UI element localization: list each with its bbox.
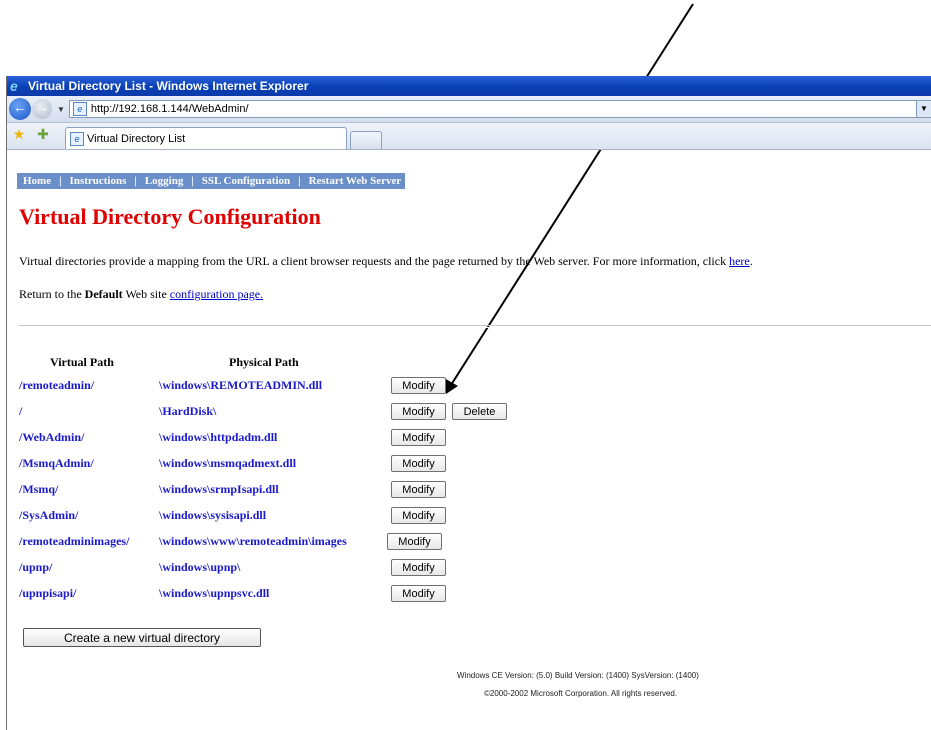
page-icon: e bbox=[72, 102, 87, 116]
physical-path-link[interactable]: \HardDisk\ bbox=[159, 404, 216, 419]
physical-path-link[interactable]: \windows\srmpIsapi.dll bbox=[159, 482, 279, 497]
footer-copyright: ©2000-2002 Microsoft Corporation. All ri… bbox=[484, 689, 678, 698]
modify-button[interactable]: Modify bbox=[391, 585, 446, 602]
favorites-star-icon[interactable]: ★ bbox=[11, 128, 27, 144]
nav-separator: | bbox=[59, 175, 62, 187]
intro-paragraph: Virtual directories provide a mapping fr… bbox=[19, 254, 753, 269]
ie-logo-icon: e bbox=[10, 78, 18, 94]
virtual-path-link[interactable]: / bbox=[19, 404, 22, 419]
tab-virtual-directory-list[interactable]: e Virtual Directory List bbox=[65, 127, 347, 149]
title-bar[interactable]: e Virtual Directory List - Windows Inter… bbox=[7, 76, 931, 96]
virtual-path-link[interactable]: /WebAdmin/ bbox=[19, 430, 84, 445]
return-mid: Web site bbox=[122, 287, 170, 301]
nav-restart-web-server[interactable]: Restart Web Server bbox=[309, 175, 402, 187]
footer-version: Windows CE Version: (5.0) Build Version:… bbox=[457, 671, 699, 680]
return-paragraph: Return to the Default Web site configura… bbox=[19, 287, 263, 302]
create-virtual-directory-button[interactable]: Create a new virtual directory bbox=[23, 628, 261, 647]
modify-button[interactable]: Modify bbox=[391, 377, 446, 394]
address-dropdown-icon[interactable]: ▼ bbox=[916, 101, 931, 117]
tab-bar: ★ ✚ e Virtual Directory List bbox=[7, 123, 931, 150]
virtual-path-link[interactable]: /SysAdmin/ bbox=[19, 508, 78, 523]
divider bbox=[19, 325, 931, 328]
intro-end: . bbox=[749, 254, 753, 268]
add-favorites-icon[interactable]: ✚ bbox=[35, 128, 51, 144]
physical-path-link[interactable]: \windows\httpdadm.dll bbox=[159, 430, 277, 445]
virtual-path-link[interactable]: /upnp/ bbox=[19, 560, 52, 575]
return-default-bold: Default bbox=[84, 287, 123, 301]
physical-path-link[interactable]: \windows\upnpsvc.dll bbox=[159, 586, 269, 601]
top-nav: Home | Instructions | Logging | SSL Conf… bbox=[17, 173, 406, 189]
virtual-path-link[interactable]: /remoteadminimages/ bbox=[19, 534, 129, 549]
back-button[interactable]: ← bbox=[9, 98, 31, 120]
new-tab-button[interactable] bbox=[350, 131, 382, 149]
virtual-path-link[interactable]: /remoteadmin/ bbox=[19, 378, 94, 393]
virtual-path-link[interactable]: /upnpisapi/ bbox=[19, 586, 76, 601]
tab-label: Virtual Directory List bbox=[87, 132, 186, 145]
nav-separator: | bbox=[298, 175, 301, 187]
modify-button[interactable]: Modify bbox=[391, 429, 446, 446]
nav-instructions[interactable]: Instructions bbox=[70, 175, 127, 187]
modify-button[interactable]: Modify bbox=[391, 559, 446, 576]
modify-button[interactable]: Modify bbox=[391, 507, 446, 524]
page-title: Virtual Directory Configuration bbox=[19, 204, 321, 229]
header-virtual-path: Virtual Path bbox=[50, 355, 114, 369]
intro-here-link[interactable]: here bbox=[729, 254, 750, 268]
configuration-page-link[interactable]: configuration page. bbox=[170, 287, 263, 301]
delete-button[interactable]: Delete bbox=[452, 403, 507, 420]
physical-path-link[interactable]: \windows\msmqadmext.dll bbox=[159, 456, 296, 471]
physical-path-link[interactable]: \windows\sysisapi.dll bbox=[159, 508, 266, 523]
tab-page-icon: e bbox=[70, 131, 84, 146]
address-bar-row: ← → ▼ e http://192.168.1.144/WebAdmin/ ▼ bbox=[7, 96, 931, 123]
window-title: Virtual Directory List - Windows Interne… bbox=[28, 79, 309, 93]
history-dropdown-icon[interactable]: ▼ bbox=[57, 105, 65, 114]
address-url: http://192.168.1.144/WebAdmin/ bbox=[90, 103, 249, 115]
return-pre: Return to the bbox=[19, 287, 85, 301]
nav-separator: | bbox=[191, 175, 194, 187]
nav-home[interactable]: Home bbox=[23, 175, 51, 187]
physical-path-link[interactable]: \windows\REMOTEADMIN.dll bbox=[159, 378, 322, 393]
nav-separator: | bbox=[134, 175, 137, 187]
intro-text: Virtual directories provide a mapping fr… bbox=[19, 254, 730, 268]
physical-path-link[interactable]: \windows\upnp\ bbox=[159, 560, 240, 575]
address-input[interactable]: e http://192.168.1.144/WebAdmin/ ▼ bbox=[68, 100, 931, 118]
nav-ssl-configuration[interactable]: SSL Configuration bbox=[202, 175, 290, 187]
modify-button[interactable]: Modify bbox=[391, 481, 446, 498]
modify-button[interactable]: Modify bbox=[391, 455, 446, 472]
forward-button[interactable]: → bbox=[32, 99, 52, 119]
modify-button[interactable]: Modify bbox=[391, 403, 446, 420]
browser-window: e Virtual Directory List - Windows Inter… bbox=[6, 76, 931, 730]
virtual-path-link[interactable]: /Msmq/ bbox=[19, 482, 58, 497]
nav-logging[interactable]: Logging bbox=[145, 175, 184, 187]
header-physical-path: Physical Path bbox=[229, 355, 299, 369]
virtual-path-link[interactable]: /MsmqAdmin/ bbox=[19, 456, 94, 471]
physical-path-link[interactable]: \windows\www\remoteadmin\images bbox=[159, 534, 347, 549]
modify-button[interactable]: Modify bbox=[387, 533, 442, 550]
